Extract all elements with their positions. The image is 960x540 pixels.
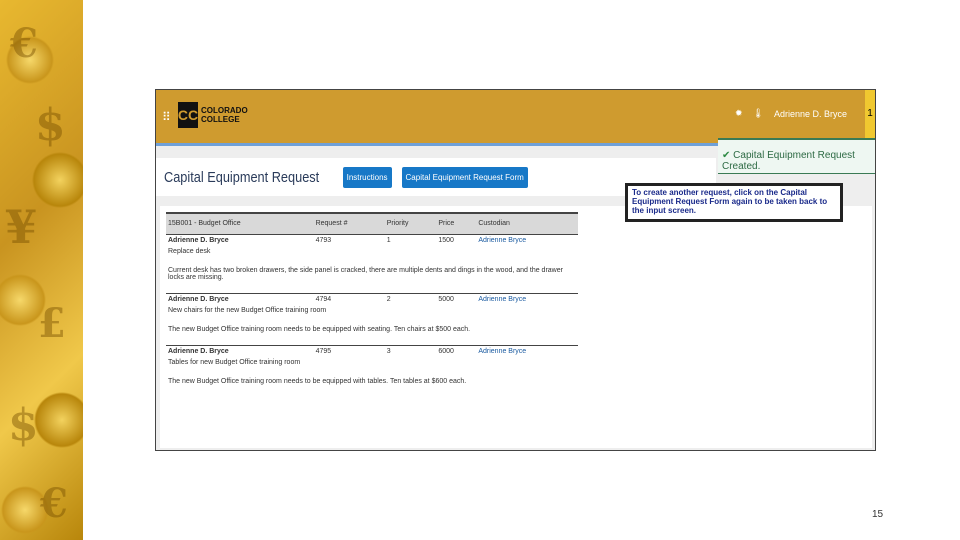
app-menu-icon[interactable]: ⠿: [162, 110, 171, 124]
request-number: 4793: [315, 236, 332, 244]
col-custodian: Custodian: [476, 212, 578, 234]
price: 1500: [438, 236, 454, 244]
app-screenshot: ⠿ CC COLORADO COLLEGE ✹ 🌡 Adrienne D. Bry…: [155, 89, 876, 451]
price: 6000: [438, 347, 454, 355]
request-description: The new Budget Office training room need…: [168, 325, 471, 333]
decorative-currency-strip: € $ ¥ £ $ €: [0, 0, 83, 540]
logo-line-2: COLLEGE: [201, 115, 240, 124]
success-toast: ✔ Capital Equipment Request Created.: [718, 138, 875, 174]
instructions-button[interactable]: Instructions: [342, 166, 392, 188]
gear-icon[interactable]: ✹: [735, 108, 743, 119]
request-title: New chairs for the new Budget Office tra…: [168, 306, 327, 314]
table-row[interactable]: Adrienne D. Bryce 4794 2 5000 Adrienne Bryce: [166, 293, 578, 305]
check-icon: ✔: [722, 150, 731, 161]
request-number: 4794: [315, 295, 332, 303]
request-number: 4795: [315, 347, 332, 355]
toast-message: Capital Equipment Request Created.: [722, 150, 855, 172]
requester: Adrienne D. Bryce: [168, 295, 229, 303]
group-header: 15B001 - Budget Office: [166, 212, 314, 234]
request-title: Tables for new Budget Office training ro…: [168, 358, 301, 366]
requests-table: 15B001 - Budget Office Request # Priorit…: [166, 212, 578, 397]
logo-line-1: COLORADO: [201, 106, 248, 115]
table-row[interactable]: Adrienne D. Bryce 4795 3 6000 Adrienne Bryce: [166, 345, 578, 357]
requester: Adrienne D. Bryce: [168, 347, 229, 355]
request-description: The new Budget Office training room need…: [168, 377, 467, 385]
callout-note: To create another request, click on the …: [625, 183, 843, 222]
request-title: Replace desk: [168, 247, 211, 255]
table-row[interactable]: Adrienne D. Bryce 4793 1 1500 Adrienne Bryce: [166, 234, 578, 246]
custodian[interactable]: Adrienne Bryce: [476, 293, 578, 305]
college-logo[interactable]: CC COLORADO COLLEGE: [178, 102, 248, 128]
request-description: Current desk has two broken drawers, the…: [168, 266, 563, 281]
slide-number: 15: [872, 509, 884, 520]
col-request: Request #: [313, 212, 385, 234]
page-title: Capital Equipment Request: [164, 168, 320, 186]
col-priority: Priority: [384, 212, 437, 234]
requests-panel: 15B001 - Budget Office Request # Priorit…: [160, 206, 872, 448]
user-name[interactable]: Adrienne D. Bryce: [774, 109, 847, 119]
priority: 3: [386, 347, 391, 355]
priority: 2: [386, 295, 391, 303]
price: 5000: [438, 295, 454, 303]
requester: Adrienne D. Bryce: [168, 236, 229, 244]
custodian[interactable]: Adrienne Bryce: [476, 234, 578, 246]
priority: 1: [386, 236, 391, 244]
custodian[interactable]: Adrienne Bryce: [476, 345, 578, 357]
col-price: Price: [436, 212, 477, 234]
request-form-button[interactable]: Capital Equipment Request Form: [401, 166, 528, 188]
thermometer-icon[interactable]: 🌡: [753, 108, 764, 119]
